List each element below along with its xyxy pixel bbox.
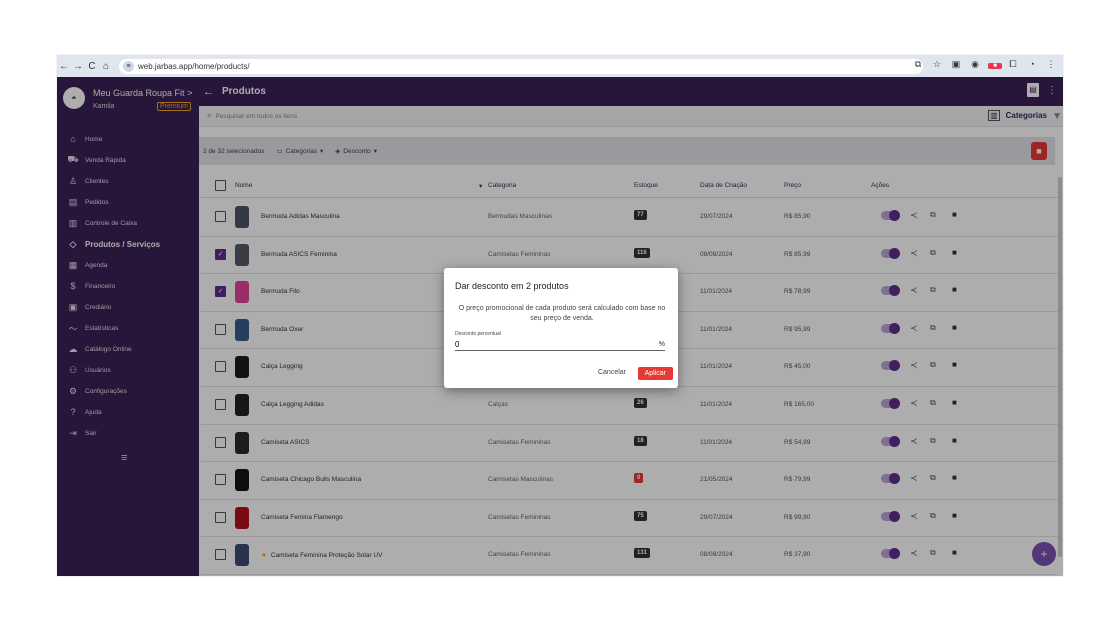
back-arrow-icon[interactable]: ← [57,61,71,72]
apply-button[interactable]: Aplicar [637,367,673,380]
extension-icon[interactable]: ◉ [969,59,981,70]
forward-arrow-icon[interactable]: → [71,61,85,72]
dialog-title: Dar desconto em 2 produtos [455,281,569,291]
install-icon[interactable]: ⧉ [912,59,924,70]
home-icon[interactable]: ⌂ [99,61,113,72]
site-info-icon[interactable]: ≡ [123,60,134,72]
address-bar[interactable]: ≡ web.jarbas.app/home/products/ [119,58,923,74]
bookmark-star-icon[interactable]: ☆ [931,59,943,70]
discount-percent-input[interactable] [455,338,665,351]
percent-suffix: % [658,341,665,348]
browser-actions: ⧉ ☆ ▣ ◉ ■ ⧠ ◔ ⋮ [912,59,1057,70]
discount-field-label: Desconto percentual [455,331,501,337]
cancel-button[interactable]: Cancelar [598,369,626,376]
url-text: web.jarbas.app/home/products/ [138,61,250,71]
dialog-description: O preço promocional de cada produto será… [458,305,666,322]
browser-toolbar: ← → C ⌂ ≡ web.jarbas.app/home/products/ … [57,55,1063,77]
extensions-puzzle-icon[interactable]: ⧠ [1007,59,1019,70]
reload-icon[interactable]: C [85,61,99,72]
extension-icon[interactable]: ■ [988,59,1002,70]
discount-dialog: Dar desconto em 2 produtos O preço promo… [444,268,678,388]
extension-icon[interactable]: ▣ [950,59,962,70]
profile-icon[interactable]: ◔ [1026,59,1038,70]
kebab-menu-icon[interactable]: ⋮ [1045,59,1057,70]
